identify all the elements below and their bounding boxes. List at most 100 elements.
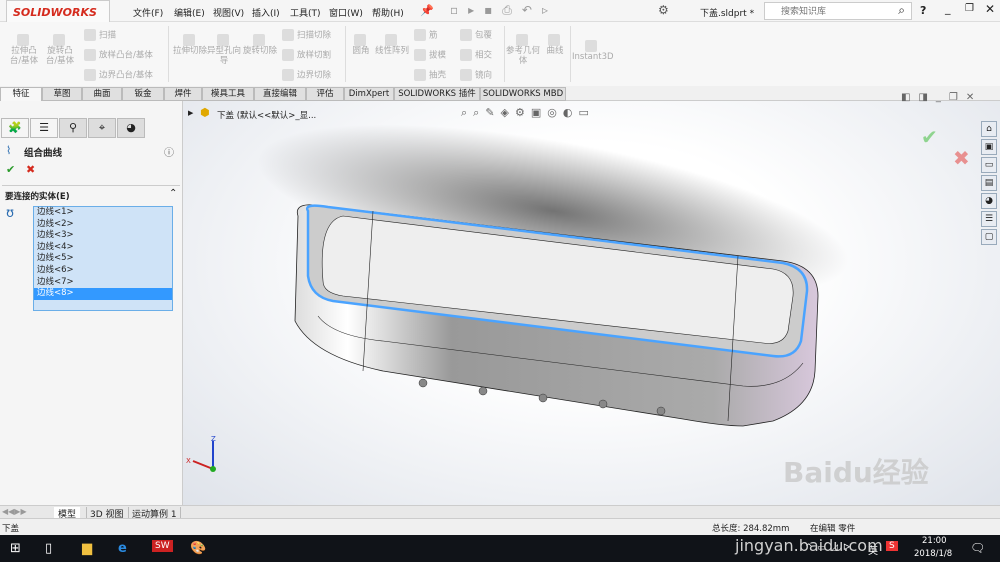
mirror-button[interactable]: 镜向: [460, 69, 492, 81]
clock-date[interactable]: 2018/1/8: [914, 549, 952, 559]
status-mode: 在编辑 零件: [810, 524, 856, 534]
tab-4[interactable]: 焊件: [164, 87, 202, 101]
close-button[interactable]: ✕: [985, 2, 995, 16]
watermark-text: Baidu经验: [783, 456, 929, 489]
tab-8[interactable]: DimXpert: [344, 87, 394, 101]
intersect-button[interactable]: 相交: [460, 49, 492, 61]
list-item[interactable]: 边线<6>: [34, 265, 172, 277]
composite-curve-icon: ⌇: [6, 144, 12, 157]
tab-10[interactable]: SOLIDWORKS MBD: [480, 87, 566, 101]
tab-5[interactable]: 模具工具: [202, 87, 254, 101]
clock-time[interactable]: 21:00: [922, 536, 947, 546]
rib-button[interactable]: 筋: [414, 29, 438, 41]
search-input[interactable]: [781, 3, 891, 19]
configuration-tab[interactable]: ⚲: [59, 118, 87, 138]
help-button[interactable]: ?: [920, 4, 926, 17]
tab-2[interactable]: 曲面: [82, 87, 122, 101]
label: 扫描切除: [297, 30, 332, 41]
list-item[interactable]: 边线<4>: [34, 242, 172, 254]
help-icon[interactable]: ⓘ: [164, 144, 174, 159]
swept-cut-button[interactable]: 扫描切除: [282, 29, 331, 41]
list-item[interactable]: 边线<2>: [34, 219, 172, 231]
tab-scroll-arrows[interactable]: ◀◀▶▶: [2, 507, 27, 516]
label: 扫描: [99, 30, 117, 41]
file-explorer-icon[interactable]: ▆: [82, 541, 92, 556]
reference-geometry-button[interactable]: 参考几何体: [506, 34, 540, 66]
lofted-cut-button[interactable]: 放样切割: [282, 49, 331, 61]
system-tray-icons[interactable]: ^▭◿ᐅ: [805, 543, 855, 553]
start-icon[interactable]: ⊞: [10, 541, 21, 556]
label: 参考几何体: [506, 46, 541, 66]
label: 旋转凸台/基体: [45, 46, 75, 66]
draft-button[interactable]: 拔模: [414, 49, 446, 61]
solidworks-taskbar-icon[interactable]: SW: [152, 540, 173, 552]
ok-button[interactable]: ✔: [6, 163, 15, 176]
revolve-boss-button[interactable]: 旋转凸台/基体: [42, 34, 78, 66]
instant3d-button[interactable]: Instant3D: [572, 40, 614, 62]
linear-pattern-button[interactable]: 线性阵列: [375, 34, 409, 56]
label: 异型孔向导: [206, 46, 241, 66]
part-model[interactable]: ZX: [183, 101, 1000, 505]
tab-1[interactable]: 草图: [42, 87, 82, 101]
tab-3[interactable]: 钣金: [122, 87, 164, 101]
list-item[interactable]: 边线<3>: [34, 230, 172, 242]
notification-icon[interactable]: 🗨: [970, 541, 985, 555]
extrude-cut-button[interactable]: 拉伸切除: [172, 34, 208, 56]
revolve-cut-button[interactable]: 旋转切除: [242, 34, 278, 56]
ime-indicator[interactable]: 英: [868, 542, 878, 557]
sweep-button[interactable]: 扫描: [84, 29, 116, 41]
list-item[interactable]: 边线<8>: [34, 288, 172, 300]
shell-button[interactable]: 抽壳: [414, 69, 446, 81]
svg-text:X: X: [186, 457, 191, 465]
dimxpert-tab[interactable]: ⌖: [88, 118, 116, 138]
search-box[interactable]: ⌕: [764, 2, 912, 20]
task-view-icon[interactable]: ▯: [45, 541, 52, 556]
entities-listbox[interactable]: 边线<1> 边线<2> 边线<3> 边线<4> 边线<5> 边线<6> 边线<7> 边线<8>: [33, 206, 173, 311]
edge-browser-icon[interactable]: e: [118, 541, 127, 556]
gear-icon[interactable]: ⚙: [658, 3, 669, 17]
feature-tree-tab[interactable]: 🧩: [1, 118, 29, 138]
menu-tools[interactable]: 工具(T): [290, 6, 321, 19]
search-icon[interactable]: ⌕: [898, 3, 905, 18]
quick-access-icons[interactable]: ▫▸▪⎙↶▹: [450, 3, 558, 18]
label: Instant3D: [572, 52, 614, 62]
edge-selection-icon: ʊ: [6, 206, 15, 221]
menu-view[interactable]: 视图(V): [213, 6, 244, 19]
boundary-boss-button[interactable]: 边界凸台/基体: [84, 69, 153, 81]
menu-edit[interactable]: 编辑(E): [174, 6, 205, 19]
pin-icon[interactable]: 📌: [420, 4, 434, 17]
boundary-cut-button[interactable]: 边界切除: [282, 69, 331, 81]
label: 拔模: [429, 50, 447, 61]
wrap-button[interactable]: 包覆: [460, 29, 492, 41]
tab-7[interactable]: 评估: [306, 87, 344, 101]
graphics-viewport[interactable]: ▶ ⬢ 下盖 (默认<<默认>_显... ⌕⌕✎◈⚙▣◎◐▭ ◧◨_❐✕ ✔ ✖…: [183, 92, 1000, 505]
tab-0[interactable]: 特征: [0, 87, 42, 101]
menu-file[interactable]: 文件(F): [133, 6, 163, 19]
minimize-button[interactable]: _: [945, 2, 951, 15]
restore-button[interactable]: ❐: [965, 3, 974, 14]
command-tabs: 特征 草图 曲面 钣金 焊件 模具工具 直接编辑 评估 DimXpert SOLIDWORKS 插…: [0, 86, 1000, 101]
list-item[interactable]: 边线<5>: [34, 253, 172, 265]
cancel-button[interactable]: ✖: [26, 163, 35, 176]
property-manager-tab[interactable]: ☰: [30, 118, 58, 138]
menu-insert[interactable]: 插入(I): [252, 6, 280, 19]
list-item[interactable]: 边线<1>: [34, 207, 172, 219]
menu-window[interactable]: 窗口(W): [329, 6, 363, 19]
loft-button[interactable]: 放样凸台/基体: [84, 49, 153, 61]
extrude-boss-button[interactable]: 拉伸凸台/基体: [6, 34, 42, 66]
tab-6[interactable]: 直接编辑: [254, 87, 306, 101]
collapse-chevron-icon[interactable]: ⌃: [169, 188, 177, 199]
model-tabs-bar: ◀◀▶▶ 模型 3D 视图 运动算例 1: [0, 505, 1000, 520]
triad-axes-icon: ZX: [186, 435, 216, 472]
fillet-button[interactable]: 圆角: [348, 34, 374, 56]
hole-wizard-button[interactable]: 异型孔向导: [206, 34, 242, 66]
list-item[interactable]: 边线<7>: [34, 277, 172, 289]
curves-button[interactable]: 曲线: [542, 34, 568, 56]
tab-9[interactable]: SOLIDWORKS 插件: [394, 87, 480, 101]
sogou-icon[interactable]: S: [886, 541, 898, 551]
menu-help[interactable]: 帮助(H): [372, 6, 404, 19]
solidworks-logo[interactable]: SOLIDWORKS: [6, 0, 110, 24]
paint-icon[interactable]: 🎨: [190, 541, 206, 556]
label: 相交: [475, 50, 493, 61]
appearance-tab[interactable]: ◕: [117, 118, 145, 138]
